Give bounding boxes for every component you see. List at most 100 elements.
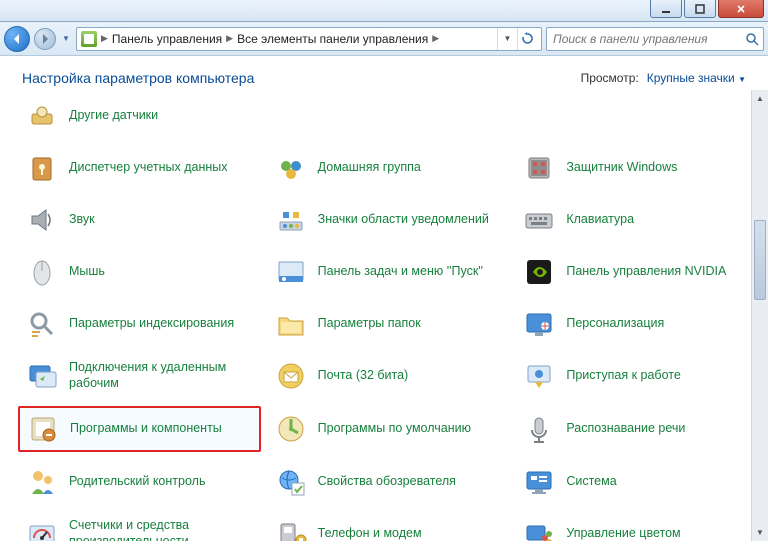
maximize-button[interactable] <box>684 0 716 18</box>
cp-item-label: Почта (32 бита) <box>318 368 409 384</box>
cp-item-vault[interactable]: Диспетчер учетных данных <box>18 146 261 190</box>
system-icon <box>522 465 556 499</box>
tray-icon <box>274 203 308 237</box>
close-button[interactable] <box>718 0 764 18</box>
cp-item-system[interactable]: Система <box>515 460 758 504</box>
cp-item-defaults[interactable]: Программы по умолчанию <box>267 406 510 452</box>
cp-item-label: Значки области уведомлений <box>318 212 489 228</box>
cp-item-personalize[interactable]: Персонализация <box>515 302 758 346</box>
inetopt-icon <box>274 465 308 499</box>
mouse-icon <box>25 255 59 289</box>
cp-item-label: Счетчики и средства производительности <box>69 518 254 541</box>
address-dropdown[interactable]: ▼ <box>497 28 517 50</box>
nvidia-icon <box>522 255 556 289</box>
cp-item-color[interactable]: Управление цветом <box>515 512 758 541</box>
cp-item-nvidia[interactable]: Панель управления NVIDIA <box>515 250 758 294</box>
folder-icon <box>274 307 308 341</box>
phone-icon <box>274 517 308 541</box>
control-panel-icon <box>81 31 97 47</box>
cp-item-taskbar[interactable]: Панель задач и меню ''Пуск'' <box>267 250 510 294</box>
cp-item-remote[interactable]: Подключения к удаленным рабочим <box>18 354 261 398</box>
defender-icon <box>522 151 556 185</box>
cp-item-defender[interactable]: Защитник Windows <box>515 146 758 190</box>
navigation-bar: ▼ ▶ Панель управления ▶ Все элементы пан… <box>0 22 768 56</box>
search-box[interactable] <box>546 27 764 51</box>
cp-item-label: Панель задач и меню ''Пуск'' <box>318 264 483 280</box>
cp-item-label: Подключения к удаленным рабочим <box>69 360 254 391</box>
cp-item-folder[interactable]: Параметры папок <box>267 302 510 346</box>
scroll-thumb[interactable] <box>754 220 766 300</box>
sensor-icon <box>25 99 59 133</box>
cp-item-perf[interactable]: Счетчики и средства производительности <box>18 512 261 541</box>
scroll-up-button[interactable]: ▲ <box>752 90 768 107</box>
cp-item-label: Другие датчики <box>69 108 158 124</box>
scrollbar[interactable]: ▲ ▼ <box>751 90 768 541</box>
cp-item-label: Свойства обозревателя <box>318 474 456 490</box>
cp-item-label: Диспетчер учетных данных <box>69 160 228 176</box>
breadcrumb-segment[interactable]: Панель управления <box>108 32 226 46</box>
programs-icon <box>26 412 60 446</box>
index-icon <box>25 307 59 341</box>
cp-item-sensor[interactable]: Другие датчики <box>18 94 261 138</box>
cp-item-tray[interactable]: Значки области уведомлений <box>267 198 510 242</box>
cp-item-index[interactable]: Параметры индексирования <box>18 302 261 346</box>
cp-item-speaker[interactable]: Звук <box>18 198 261 242</box>
cp-item-label: Звук <box>69 212 95 228</box>
history-dropdown[interactable]: ▼ <box>60 26 72 52</box>
perf-icon <box>25 517 59 541</box>
cp-item-label: Распознавание речи <box>566 421 685 437</box>
remote-icon <box>25 359 59 393</box>
cp-item-label: Мышь <box>69 264 105 280</box>
taskbar-icon <box>274 255 308 289</box>
page-title: Настройка параметров компьютера <box>22 70 254 86</box>
parental-icon <box>25 465 59 499</box>
keyboard-icon <box>522 203 556 237</box>
refresh-button[interactable] <box>517 28 537 50</box>
cp-item-label: Персонализация <box>566 316 664 332</box>
minimize-button[interactable] <box>650 0 682 18</box>
cp-item-label: Родительский контроль <box>69 474 205 490</box>
homegroup-icon <box>274 151 308 185</box>
cp-item-label: Защитник Windows <box>566 160 677 176</box>
cp-item-label: Приступая к работе <box>566 368 680 384</box>
scroll-down-button[interactable]: ▼ <box>752 524 768 541</box>
cp-item-homegroup[interactable]: Домашняя группа <box>267 146 510 190</box>
cp-item-parental[interactable]: Родительский контроль <box>18 460 261 504</box>
color-icon <box>522 517 556 541</box>
view-control: Просмотр: Крупные значки ▼ <box>581 71 746 85</box>
view-label: Просмотр: <box>581 71 639 85</box>
cp-item-label: Система <box>566 474 616 490</box>
vault-icon <box>25 151 59 185</box>
mail-icon <box>274 359 308 393</box>
cp-item-label: Параметры индексирования <box>69 316 234 332</box>
cp-item-label: Программы по умолчанию <box>318 421 471 437</box>
cp-item-label: Программы и компоненты <box>70 421 222 437</box>
cp-item-mail[interactable]: Почта (32 бита) <box>267 354 510 398</box>
cp-item-speech[interactable]: Распознавание речи <box>515 406 758 452</box>
window-controls <box>650 0 764 18</box>
cp-item-programs[interactable]: Программы и компоненты <box>18 406 261 452</box>
cp-item-label: Телефон и модем <box>318 526 422 541</box>
view-dropdown[interactable]: Крупные значки ▼ <box>647 71 746 85</box>
chevron-down-icon: ▼ <box>738 75 746 84</box>
back-button[interactable] <box>4 26 30 52</box>
cp-item-keyboard[interactable]: Клавиатура <box>515 198 758 242</box>
content-area: Другие датчики Диспетчер учетных данных До… <box>0 90 768 541</box>
chevron-right-icon: ▶ <box>226 33 233 44</box>
cp-item-label: Домашняя группа <box>318 160 421 176</box>
cp-item-label: Панель управления NVIDIA <box>566 264 726 280</box>
search-icon[interactable] <box>741 32 763 46</box>
defaults-icon <box>274 412 308 446</box>
items-grid: Другие датчики Диспетчер учетных данных До… <box>18 94 758 541</box>
forward-button[interactable] <box>34 28 56 50</box>
address-bar[interactable]: ▶ Панель управления ▶ Все элементы панел… <box>76 27 542 51</box>
cp-item-phone[interactable]: Телефон и модем <box>267 512 510 541</box>
cp-item-mouse[interactable]: Мышь <box>18 250 261 294</box>
cp-item-label: Параметры папок <box>318 316 421 332</box>
breadcrumb-segment[interactable]: Все элементы панели управления <box>233 32 432 46</box>
cp-item-getstarted[interactable]: Приступая к работе <box>515 354 758 398</box>
page-header: Настройка параметров компьютера Просмотр… <box>0 56 768 90</box>
cp-item-inetopt[interactable]: Свойства обозревателя <box>267 460 510 504</box>
search-input[interactable] <box>547 32 741 46</box>
cp-item-label: Клавиатура <box>566 212 634 228</box>
